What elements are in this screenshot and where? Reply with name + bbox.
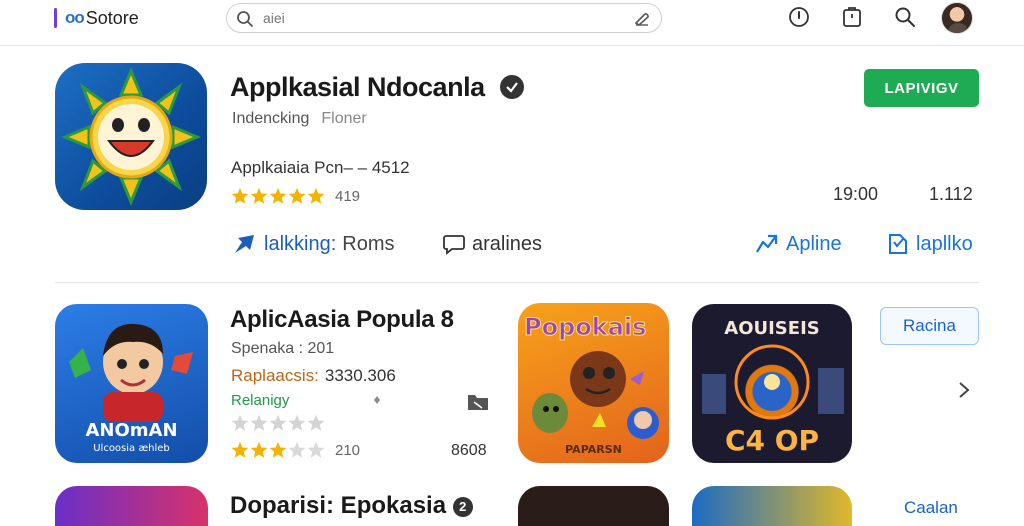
action-bookmark-label: lapllko xyxy=(916,232,973,255)
action-location-rest: Roms xyxy=(342,232,395,255)
action-location[interactable]: lalkking: Roms xyxy=(232,232,395,256)
app-title: Applkasial Ndocanla xyxy=(230,72,485,102)
top-bar: oo Sotore xyxy=(0,0,1024,46)
section-divider xyxy=(55,282,979,283)
next-section-title[interactable]: Doparisi: Epokasia 2 xyxy=(230,492,473,520)
action-location-label: lalkking: xyxy=(264,232,337,255)
next-section-link[interactable]: Caalan xyxy=(904,498,958,518)
mic-icon[interactable] xyxy=(633,10,651,28)
logo-accent-bar xyxy=(54,8,57,28)
verified-badge-icon xyxy=(500,75,524,99)
rating-stars xyxy=(231,441,325,459)
next-section-title-text: Doparisi: Epokasia xyxy=(230,492,447,519)
store-logo[interactable]: oo Sotore xyxy=(54,6,139,30)
action-reviews[interactable]: aralines xyxy=(442,232,542,256)
star-icon xyxy=(269,441,287,458)
count-badge: 2 xyxy=(452,496,473,517)
star-icon xyxy=(250,414,268,431)
star-icon xyxy=(250,441,268,458)
card-icon-2-subtitle: PAPARSN xyxy=(565,443,622,456)
chevron-right-icon[interactable] xyxy=(955,380,973,400)
section-title[interactable]: AplicAasia Popula 8 xyxy=(230,306,454,334)
sun-illustration xyxy=(61,67,201,206)
star-icon xyxy=(307,187,325,204)
card-icon-1-subtitle: Ulcoosia æhleb xyxy=(93,443,170,454)
rating-stars xyxy=(231,187,325,205)
app-meta: Applkaiaia Pcn– – 4512 xyxy=(231,158,410,177)
rating-stars-empty xyxy=(231,414,325,432)
section-line-2: Raplaacsis: 3330.306 xyxy=(231,366,396,386)
star-icon xyxy=(269,187,287,204)
logo-mark: oo xyxy=(65,8,85,27)
action-share[interactable]: Apline xyxy=(754,232,842,256)
next-app-icon-1[interactable] xyxy=(55,486,208,526)
card-icon-3-subtitle: C4 OP xyxy=(724,424,820,457)
card-icon-1-title: ANOmAN xyxy=(85,420,178,441)
star-icon xyxy=(288,414,306,431)
star-icon xyxy=(231,414,249,431)
section-line-1: Spenaka : 201 xyxy=(231,340,335,357)
star-icon xyxy=(288,187,306,204)
star-icon xyxy=(307,441,325,458)
search-icon[interactable] xyxy=(893,5,917,29)
card-icon-2-title: Popokais xyxy=(523,313,647,342)
star-icon xyxy=(307,414,325,431)
rating-count: 419 xyxy=(335,188,361,205)
star-icon xyxy=(288,441,306,458)
popkais-game-icon[interactable]: Popokais PAPARSN xyxy=(518,303,669,463)
account-avatar[interactable] xyxy=(941,2,973,34)
search-bar[interactable] xyxy=(226,3,662,33)
next-app-icon-2[interactable] xyxy=(518,486,669,526)
section-line-2-label: Raplaacsis: xyxy=(231,366,319,385)
app-developer: Indencking Floner xyxy=(232,110,367,128)
app-stat-size: 1.112 xyxy=(929,184,973,204)
folder-icon[interactable] xyxy=(466,390,490,414)
card-icon-3-title: AOUISEIS xyxy=(724,318,820,339)
dropdown-indicator-icon xyxy=(374,396,380,404)
section-line-2-value: 3330.306 xyxy=(324,366,396,385)
next-app-icon-3[interactable] xyxy=(692,486,852,526)
space-orb-game-icon[interactable]: AOUISEIS C4 OP xyxy=(692,304,852,463)
pin-icon xyxy=(235,235,254,253)
chat-icon xyxy=(443,235,465,255)
action-share-label: Apline xyxy=(786,232,842,255)
star-icon xyxy=(231,187,249,204)
star-icon xyxy=(269,414,287,431)
app-stat-downloads: 19:00 xyxy=(833,184,879,204)
developer-name[interactable]: Indencking xyxy=(232,110,309,127)
share-icon xyxy=(756,234,778,253)
bag-icon[interactable] xyxy=(840,5,864,29)
section-rating-count: 210 xyxy=(335,442,361,459)
section-line-3: Relanigy xyxy=(231,392,290,409)
star-icon xyxy=(250,187,268,204)
search-input[interactable] xyxy=(263,8,623,28)
star-icon xyxy=(231,441,249,458)
install-button[interactable]: LAPIVIGV xyxy=(864,69,979,107)
action-bookmark[interactable]: lapllko xyxy=(886,232,973,256)
developer-extra: Floner xyxy=(321,110,367,127)
logo-text: Sotore xyxy=(85,7,139,28)
section-action-button[interactable]: Racina xyxy=(880,307,979,345)
sun-smiley-app-icon[interactable] xyxy=(55,63,207,210)
boy-cartoon-app-icon[interactable]: ANOmAN Ulcoosia æhleb xyxy=(55,304,208,463)
section-count: 8608 xyxy=(451,442,487,459)
action-reviews-label: aralines xyxy=(472,232,543,255)
bookmark-icon xyxy=(889,234,907,254)
search-icon xyxy=(237,11,253,27)
clock-icon[interactable] xyxy=(787,5,811,29)
